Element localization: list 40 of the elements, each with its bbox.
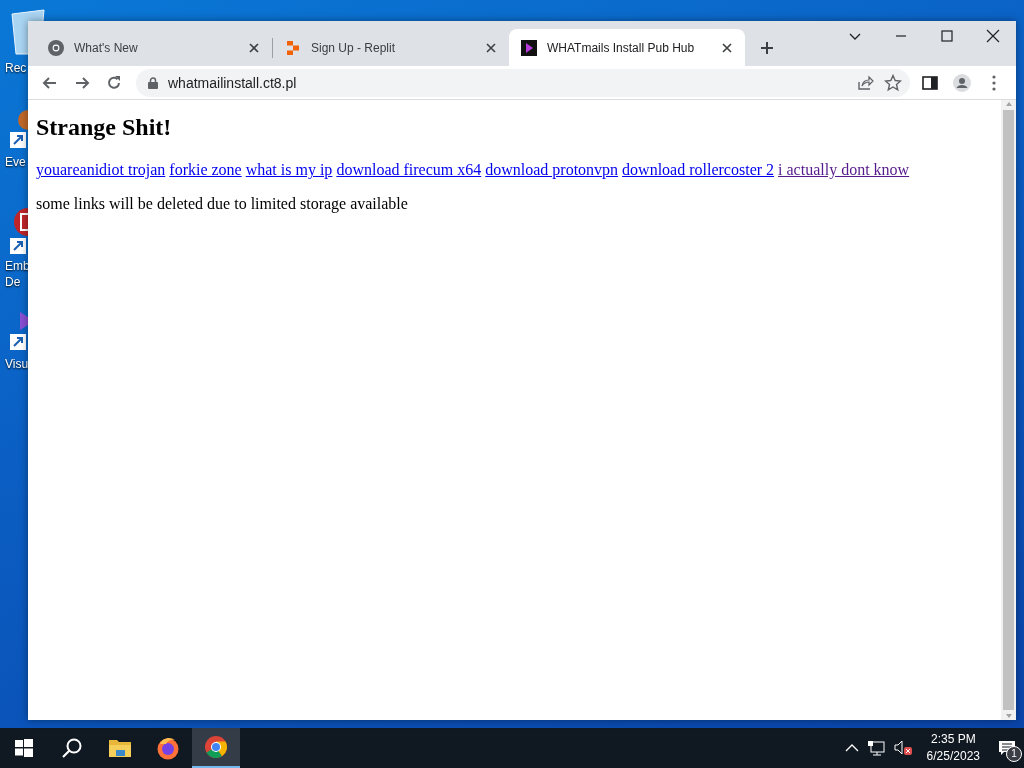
star-icon[interactable] <box>884 73 902 92</box>
desktop-icon-label: De <box>4 274 21 290</box>
volume-muted-icon[interactable] <box>892 740 913 756</box>
side-panel-icon[interactable] <box>921 73 939 92</box>
page-link[interactable]: i actually dont know <box>778 161 910 178</box>
chrome-icon <box>48 39 64 56</box>
network-icon[interactable] <box>866 740 885 756</box>
clock[interactable]: 2:35 PM 6/25/2023 <box>926 731 980 765</box>
search-icon[interactable] <box>61 737 83 759</box>
page-link[interactable]: download rollercoster 2 <box>622 161 775 178</box>
page-link[interactable]: download protonvpn <box>485 161 619 178</box>
site-icon <box>521 39 537 56</box>
page-link[interactable]: what is my ip <box>245 161 333 178</box>
share-icon[interactable] <box>856 73 874 92</box>
plus-icon[interactable] <box>759 40 775 56</box>
maximize-icon[interactable] <box>939 28 955 44</box>
page-link[interactable]: youareanidiot trojan <box>36 161 166 178</box>
lock-icon <box>148 76 158 89</box>
page-heading: Strange Shit! <box>36 114 173 141</box>
chrome-icon[interactable] <box>204 735 228 759</box>
chevron-up-icon[interactable] <box>844 743 859 753</box>
reload-icon[interactable] <box>105 73 123 92</box>
address-bar[interactable]: whatmailinstall.ct8.pl <box>136 68 910 97</box>
browser-tab[interactable]: WHATmails Install Pub Hub <box>509 29 745 66</box>
page-text: some links will be deleted due to limited storage available <box>36 195 409 213</box>
close-icon[interactable] <box>985 28 1001 44</box>
firefox-icon[interactable] <box>156 736 180 760</box>
folder-icon[interactable] <box>108 738 132 758</box>
desktop-icon-label: Rec <box>4 60 27 76</box>
notification-count: 1 <box>1006 746 1022 762</box>
windows-start-icon[interactable] <box>15 739 33 757</box>
desktop-icon-label: Emb <box>4 258 30 274</box>
desktop-icon-label: Eve <box>4 154 26 170</box>
profile-icon[interactable] <box>953 73 971 92</box>
browser-tab[interactable]: What's New <box>36 29 272 66</box>
page-link[interactable]: download firecum x64 <box>336 161 482 178</box>
page-link[interactable]: forkie zone <box>169 161 242 178</box>
replit-icon <box>285 39 301 56</box>
browser-tab[interactable]: Sign Up - Replit <box>273 29 509 66</box>
desktop-icon-label: Visu <box>4 356 29 372</box>
